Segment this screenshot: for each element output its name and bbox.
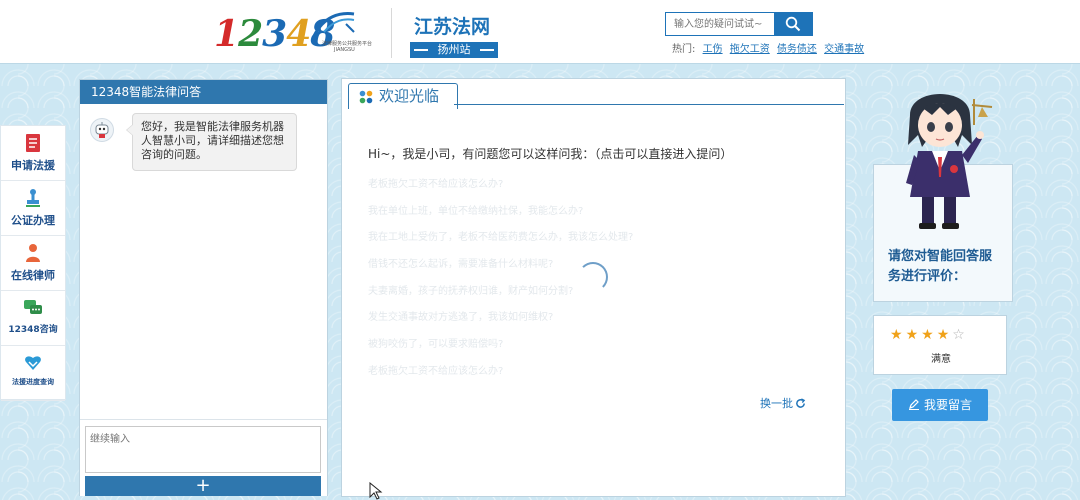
chat-title: 12348智能法律问答 xyxy=(80,80,327,104)
nav-notary-label: 公证办理 xyxy=(11,214,55,227)
nav-online-lawyer[interactable]: 在线律师 xyxy=(1,236,65,291)
nav-online-lawyer-label: 在线律师 xyxy=(11,269,55,282)
heart-hands-icon xyxy=(25,356,41,370)
star-empty-icon[interactable]: ☆ xyxy=(952,327,965,343)
search-box xyxy=(665,12,813,36)
pencil-icon xyxy=(908,399,919,410)
chat-input-area: + xyxy=(80,419,327,496)
question-item[interactable]: 被狗咬伤了，可以要求赔偿吗? xyxy=(368,335,633,362)
mascot-lawyer-image xyxy=(906,94,993,229)
logo-subtitle: 法律服务公共服务平台 xyxy=(322,41,373,47)
search-button[interactable] xyxy=(774,13,812,35)
stamp-icon xyxy=(26,189,40,207)
refresh-button[interactable]: 换一批 xyxy=(760,395,806,411)
nav-12348-consult-label: 12348咨询 xyxy=(8,325,58,335)
hot-link-injury[interactable]: 工伤 xyxy=(703,44,723,55)
site-station[interactable]: 扬州站 xyxy=(410,42,498,58)
lawyer-icon xyxy=(26,244,40,262)
chat-input[interactable] xyxy=(85,426,321,473)
nav-notary[interactable]: 公证办理 xyxy=(1,181,65,236)
header-divider xyxy=(391,8,392,58)
refresh-label: 换一批 xyxy=(760,397,793,410)
side-nav: 申请法援 公证办理 在线律师 12348咨询 法援进度查询 xyxy=(0,125,66,401)
chat-bubbles-icon xyxy=(24,300,42,314)
site-title[interactable]: 江苏法网 xyxy=(404,12,500,39)
question-item[interactable]: 老板拖欠工资不给应该怎么办? xyxy=(368,362,633,389)
welcome-panel: 欢迎光临 Hi~，我是小司，有问题您可以这样问我：（点击可以直接进入提问） 老板… xyxy=(341,78,846,497)
star-icon[interactable]: ★ xyxy=(890,327,903,343)
nav-aid-progress[interactable]: 法援进度查询 xyxy=(1,346,65,401)
question-item[interactable]: 我在单位上班，单位不给缴纳社保，我能怎么办? xyxy=(368,202,633,229)
swoosh-icon xyxy=(312,12,355,37)
rating-prompt: 请您对智能回答服务进行评价： xyxy=(888,249,993,284)
welcome-intro: Hi~，我是小司，有问题您可以这样问我：（点击可以直接进入提问） xyxy=(368,147,733,161)
mouse-cursor-icon xyxy=(369,482,383,500)
loading-spinner xyxy=(578,262,608,292)
hot-label: 热门: xyxy=(672,44,696,55)
star-icon[interactable]: ★ xyxy=(937,327,950,343)
bot-greeting-bubble: 您好，我是智能法律服务机器人智慧小司，请详细描述您想咨询的问题。 xyxy=(126,113,297,171)
site-header: 12348 法律服务公共服务平台 JIANGSU 江苏法网 扬州站 热门: 工伤… xyxy=(0,0,1080,64)
robot-icon xyxy=(95,122,109,138)
nav-aid-progress-label: 法援进度查询 xyxy=(12,378,54,386)
hot-link-traffic[interactable]: 交通事故 xyxy=(824,44,864,55)
search-icon xyxy=(785,16,801,32)
logo-region: JIANGSU xyxy=(334,47,355,53)
star-icon[interactable]: ★ xyxy=(906,327,919,343)
grid-dots-icon xyxy=(359,90,373,104)
chat-panel: 12348智能法律问答 您好，我是智能法律服务机器人智慧小司，请详细描述您想咨询… xyxy=(79,79,328,496)
tab-underline xyxy=(454,104,844,105)
question-item[interactable]: 我在工地上受伤了，老板不给医药费怎么办，我该怎么处理? xyxy=(368,228,633,255)
nav-12348-consult[interactable]: 12348咨询 xyxy=(1,291,65,346)
logo-12348[interactable]: 12348 法律服务公共服务平台 JIANGSU xyxy=(214,10,384,56)
hot-link-unpaid-wages[interactable]: 拖欠工资 xyxy=(730,44,770,55)
send-button[interactable]: + xyxy=(85,476,321,496)
question-item[interactable]: 老板拖欠工资不给应该怎么办? xyxy=(368,175,633,202)
star-icon[interactable]: ★ xyxy=(921,327,934,343)
refresh-icon xyxy=(796,397,806,408)
tab-welcome[interactable]: 欢迎光临 xyxy=(348,83,458,109)
rating-label: 满意 xyxy=(931,354,951,365)
book-icon xyxy=(26,134,40,152)
robot-avatar xyxy=(90,118,114,142)
nav-legal-aid-label: 申请法援 xyxy=(11,159,55,172)
leave-message-label: 我要留言 xyxy=(923,398,972,412)
hot-topics: 热门: 工伤 拖欠工资 债务债还 交通事故 xyxy=(672,40,864,55)
leave-message-button[interactable]: 我要留言 xyxy=(892,389,988,421)
star-rating[interactable]: ★ ★ ★ ★ ☆ xyxy=(890,327,965,343)
question-item[interactable]: 发生交通事故对方逃逸了，我该如何维权? xyxy=(368,308,633,335)
hot-link-debt[interactable]: 债务债还 xyxy=(777,44,817,55)
search-input[interactable] xyxy=(666,13,774,35)
nav-legal-aid[interactable]: 申请法援 xyxy=(1,126,65,181)
tab-welcome-label: 欢迎光临 xyxy=(379,87,440,105)
rating-stars-box: ★ ★ ★ ★ ☆ 满意 xyxy=(873,315,1007,375)
